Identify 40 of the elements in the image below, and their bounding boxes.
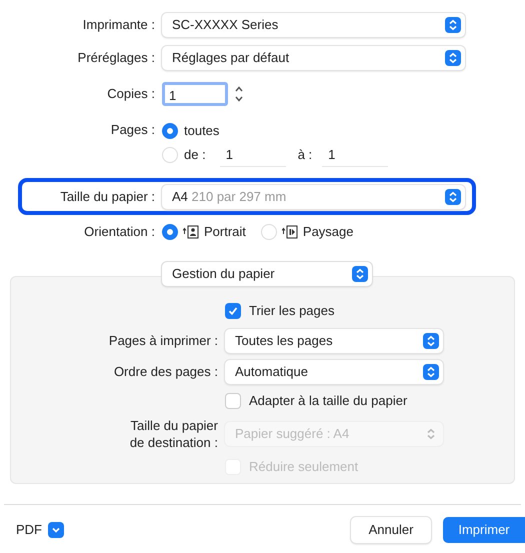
cancel-button[interactable]: Annuler xyxy=(351,517,431,543)
field-label: Préréglages : xyxy=(78,48,155,67)
copies-field[interactable]: 1 xyxy=(162,82,228,106)
checkbox-label: Adapter à la taille du papier xyxy=(249,392,408,410)
radio-label: toutes xyxy=(184,122,220,140)
popup-arrows-icon xyxy=(352,266,368,282)
popup-arrows-icon xyxy=(445,50,461,66)
field-label: à : xyxy=(298,146,312,164)
radio-label: de : xyxy=(184,146,206,164)
popup-button[interactable]: SC-XXXXX Series xyxy=(162,12,465,36)
field-label: Orientation : xyxy=(84,222,155,241)
popup-arrows-icon xyxy=(445,16,461,32)
field-label: Pages : xyxy=(110,121,155,139)
popup-button[interactable]: Réglages par défaut xyxy=(162,46,465,70)
field-label: Pages à imprimer : xyxy=(108,332,218,349)
radio-button[interactable] xyxy=(162,224,178,240)
checkbox[interactable] xyxy=(225,393,241,409)
popup-arrows-icon xyxy=(423,364,439,380)
field-label: Imprimante : xyxy=(82,16,155,34)
section-popup[interactable]: Gestion du papier xyxy=(162,262,372,286)
paper-size-popup[interactable]: A4 210 par 297 mm xyxy=(162,184,465,208)
radio-label: Portrait xyxy=(204,222,246,241)
checkbox-label: Trier les pages xyxy=(249,302,334,320)
portrait-orientation-icon xyxy=(183,224,199,238)
popup-arrows-icon xyxy=(445,188,461,204)
field-label: Taille du papier de destination : xyxy=(130,417,218,451)
checkmark-icon xyxy=(228,306,238,316)
stepper-icon[interactable] xyxy=(234,84,244,104)
landscape-orientation-icon xyxy=(282,224,298,238)
radio-label: Paysage xyxy=(302,222,354,241)
popup-button[interactable]: Automatique xyxy=(225,360,443,384)
popup-button[interactable]: Toutes les pages xyxy=(225,328,443,352)
print-button[interactable]: Imprimer xyxy=(443,517,525,543)
field-label: Ordre des pages : xyxy=(114,363,218,380)
field-label: Taille du papier : xyxy=(60,188,155,206)
popup-arrows-icon xyxy=(423,332,439,348)
field-label: Copies : xyxy=(107,85,155,104)
checkbox-label: Réduire seulement xyxy=(249,458,358,476)
checkbox[interactable] xyxy=(225,303,241,319)
radio-button[interactable] xyxy=(162,123,178,139)
